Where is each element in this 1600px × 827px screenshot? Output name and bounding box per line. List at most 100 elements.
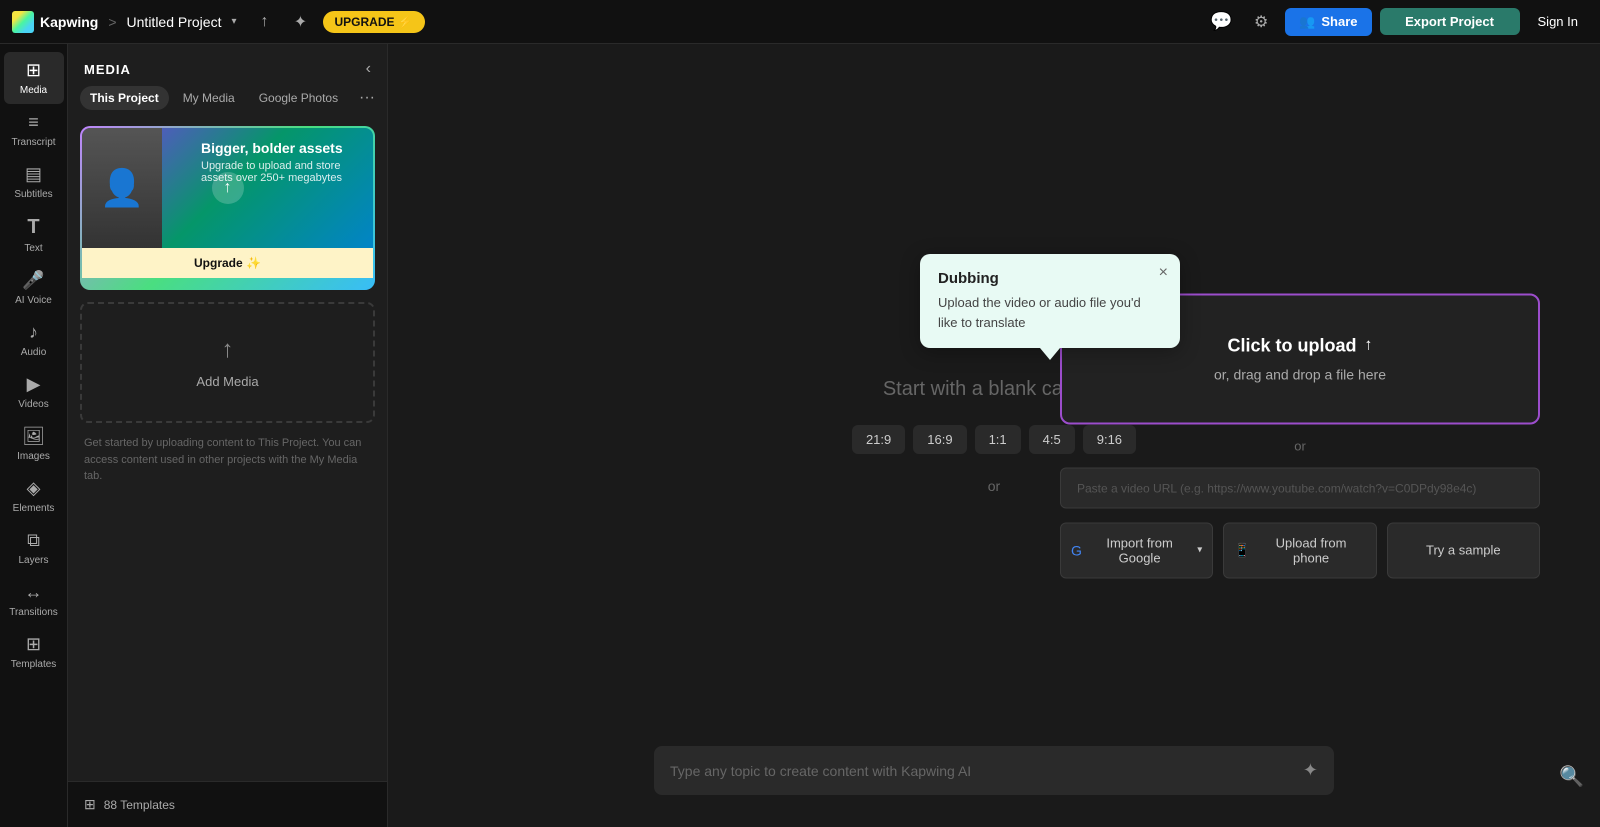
tooltip-arrow: [1040, 348, 1060, 360]
add-media-icon: ↑: [222, 336, 234, 364]
sidebar-item-templates[interactable]: ⊞ Templates: [4, 626, 64, 678]
sidebar-subtitles-label: Subtitles: [14, 189, 52, 200]
upgrade-card-button[interactable]: Upgrade ✨: [82, 248, 373, 278]
dubbing-tooltip: × Dubbing Upload the video or audio file…: [920, 254, 1180, 348]
main-area: ⊞ Media ≡ Transcript ▤ Subtitles T Text …: [0, 44, 1600, 827]
dubbing-tooltip-body: Upload the video or audio file you'd lik…: [938, 293, 1162, 332]
sidebar-item-subtitles[interactable]: ▤ Subtitles: [4, 156, 64, 208]
elements-icon: ◈: [27, 478, 41, 499]
upgrade-card-title: Bigger, bolder assets: [201, 140, 361, 156]
templates-count-label: 88 Templates: [104, 798, 175, 812]
url-placeholder-text: Paste a video URL (e.g. https://www.yout…: [1077, 481, 1476, 495]
subtitles-icon: ▤: [25, 164, 42, 185]
upgrade-card: 👤 ↑ Bigger, bolder assets Upgrade to upl…: [80, 126, 375, 290]
topbar-right: 💬 ⚙ 👥 Share Export Project Sign In: [1205, 6, 1588, 38]
aivoice-icon: 🎤: [22, 270, 44, 291]
upgrade-button[interactable]: UPGRADE ⚡: [323, 11, 425, 33]
topbar: Kapwing > Untitled Project ▾ ↑ ✦ UPGRADE…: [0, 0, 1600, 44]
upgrade-card-text: Bigger, bolder assets Upgrade to upload …: [201, 140, 361, 184]
images-icon: 🖼: [22, 426, 45, 447]
tab-google-photos[interactable]: Google Photos: [249, 86, 348, 110]
upload-zone-title: Click to upload ↑: [1227, 335, 1372, 356]
ai-input-bar[interactable]: Type any topic to create content with Ka…: [654, 746, 1334, 795]
media-collapse-button[interactable]: ‹: [366, 60, 371, 78]
ratio-21-9[interactable]: 21:9: [852, 425, 905, 454]
transcript-icon: ≡: [28, 112, 39, 133]
google-icon: G: [1071, 542, 1082, 558]
media-panel: MEDIA ‹ This Project My Media Google Pho…: [68, 44, 388, 827]
try-sample-button[interactable]: Try a sample: [1387, 522, 1540, 578]
tab-this-project[interactable]: This Project: [80, 86, 169, 110]
settings-button[interactable]: ⚙: [1245, 6, 1277, 38]
sidebar-transitions-label: Transitions: [9, 607, 58, 618]
upgrade-card-person-image: 👤: [82, 128, 162, 248]
sidebar-item-images[interactable]: 🖼 Images: [4, 418, 64, 470]
upload-icon-btn[interactable]: ↑: [251, 8, 279, 36]
signin-button[interactable]: Sign In: [1528, 8, 1588, 35]
media-panel-title: MEDIA: [84, 62, 131, 77]
media-tabs-more-button[interactable]: ···: [359, 89, 375, 107]
magic-icon-btn[interactable]: ✦: [287, 8, 315, 36]
search-button[interactable]: 🔍: [1559, 764, 1584, 789]
upload-action-buttons: G Import from Google ▾ 📱 Upload from pho…: [1060, 522, 1540, 578]
sidebar-audio-label: Audio: [21, 347, 47, 358]
phone-icon: 📱: [1234, 542, 1250, 558]
sidebar-media-label: Media: [20, 85, 47, 96]
upgrade-card-description: Upgrade to upload and store assets over …: [201, 160, 361, 184]
ratio-1-1[interactable]: 1:1: [975, 425, 1021, 454]
dubbing-tooltip-close-button[interactable]: ×: [1159, 264, 1168, 282]
text-icon: T: [27, 216, 39, 239]
sidebar-item-layers[interactable]: ⧉ Layers: [4, 522, 64, 574]
sidebar-elements-label: Elements: [13, 503, 55, 514]
templates-icon: ⊞: [26, 634, 41, 655]
upload-text: Click to upload: [1227, 335, 1356, 356]
project-name[interactable]: Untitled Project: [127, 14, 222, 30]
upload-phone-button[interactable]: 📱 Upload from phone: [1223, 522, 1376, 578]
sidebar-transcript-label: Transcript: [11, 137, 55, 148]
share-button[interactable]: 👥 Share: [1285, 8, 1371, 36]
url-paste-box[interactable]: Paste a video URL (e.g. https://www.yout…: [1060, 467, 1540, 508]
share-icon: 👥: [1299, 14, 1315, 30]
breadcrumb-sep: >: [108, 14, 116, 30]
media-hint: Get started by uploading content to This…: [80, 435, 375, 485]
templates-count-bar: ⊞ 88 Templates: [68, 781, 387, 827]
transitions-icon: ↔: [25, 582, 43, 603]
ai-sparkle-icon: ✦: [1303, 760, 1318, 781]
kapwing-logo-icon: [12, 11, 34, 33]
sidebar-aivoice-label: AI Voice: [15, 295, 52, 306]
add-media-label: Add Media: [196, 374, 258, 389]
tab-my-media[interactable]: My Media: [173, 86, 245, 110]
upload-zone-subtitle: or, drag and drop a file here: [1214, 366, 1386, 382]
topbar-actions: ↑ ✦ UPGRADE ⚡: [251, 8, 425, 36]
logo-text: Kapwing: [40, 14, 98, 30]
media-icon: ⊞: [26, 60, 41, 81]
sidebar-item-transitions[interactable]: ↔ Transitions: [4, 574, 64, 626]
sidebar-item-text[interactable]: T Text: [4, 208, 64, 262]
sidebar-item-audio[interactable]: ♪ Audio: [4, 314, 64, 366]
sidebar-videos-label: Videos: [18, 399, 48, 410]
sidebar-item-videos[interactable]: ▶ Videos: [4, 366, 64, 418]
add-media-box[interactable]: ↑ Add Media: [80, 302, 375, 423]
sidebar-text-label: Text: [24, 243, 42, 254]
upgrade-card-inner: 👤 ↑ Bigger, bolder assets Upgrade to upl…: [82, 128, 373, 288]
sidebar-images-label: Images: [17, 451, 50, 462]
upload-arrow-icon: ↑: [1365, 337, 1373, 355]
media-content: 👤 ↑ Bigger, bolder assets Upgrade to upl…: [68, 118, 387, 781]
sidebar-item-media[interactable]: ⊞ Media: [4, 52, 64, 104]
audio-icon: ♪: [29, 322, 38, 343]
upgrade-card-bg: 👤 ↑ Bigger, bolder assets Upgrade to upl…: [82, 128, 373, 248]
sidebar-templates-label: Templates: [11, 659, 57, 670]
comments-button[interactable]: 💬: [1205, 6, 1237, 38]
import-google-button[interactable]: G Import from Google ▾: [1060, 522, 1213, 578]
export-button[interactable]: Export Project: [1380, 8, 1520, 35]
dubbing-tooltip-title: Dubbing: [938, 270, 1162, 287]
media-panel-header: MEDIA ‹: [68, 44, 387, 86]
ratio-16-9[interactable]: 16:9: [913, 425, 966, 454]
sidebar-item-elements[interactable]: ◈ Elements: [4, 470, 64, 522]
canvas-area: Start with a blank canvas 21:9 16:9 1:1 …: [388, 44, 1600, 827]
sidebar-item-aivoice[interactable]: 🎤 AI Voice: [4, 262, 64, 314]
or-separator: or: [988, 478, 1000, 494]
project-dropdown-arrow[interactable]: ▾: [231, 16, 236, 27]
sidebar-item-transcript[interactable]: ≡ Transcript: [4, 104, 64, 156]
or-text-upload: or: [1294, 438, 1306, 453]
